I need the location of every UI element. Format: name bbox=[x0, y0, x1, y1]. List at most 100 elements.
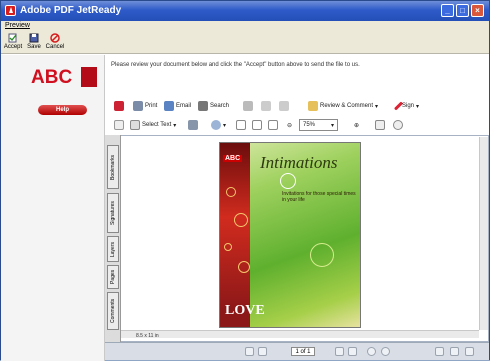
maximize-button[interactable]: □ bbox=[456, 4, 469, 17]
minimize-icon: _ bbox=[445, 6, 450, 15]
window-title: Adobe PDF JetReady bbox=[20, 5, 122, 16]
logo-badge-icon bbox=[81, 67, 97, 87]
chevron-down-icon: ▾ bbox=[223, 122, 227, 129]
zoom-out-icon: ⊖ bbox=[287, 122, 293, 129]
rotate-icon bbox=[375, 120, 385, 130]
tab-comments[interactable]: Comments bbox=[107, 292, 119, 330]
zoom-in-button[interactable]: ⊕ bbox=[354, 119, 359, 131]
chevron-down-icon: ▾ bbox=[416, 103, 420, 110]
minimize-button[interactable]: _ bbox=[441, 4, 454, 17]
status-bar: 1 of 1 bbox=[105, 342, 489, 360]
accept-icon bbox=[8, 33, 17, 43]
save-copy-button[interactable] bbox=[114, 100, 124, 112]
email-icon bbox=[164, 101, 174, 111]
cancel-icon bbox=[50, 33, 60, 43]
next-page-button[interactable] bbox=[335, 347, 344, 356]
attach-button[interactable] bbox=[279, 100, 289, 112]
redo-icon bbox=[261, 101, 271, 111]
sign-button[interactable]: Sign ▾ bbox=[393, 100, 420, 112]
chevron-down-icon: ▾ bbox=[173, 122, 177, 129]
decor-circle bbox=[224, 243, 232, 251]
continuous-view-button[interactable] bbox=[450, 347, 459, 356]
select-text-tool[interactable]: Select Text ▾ bbox=[130, 119, 176, 131]
search-button[interactable]: Search bbox=[198, 100, 229, 112]
acrobat-toolbar-secondary: Select Text ▾ ▾ ⊖ 75% ▾ ⊕ bbox=[111, 117, 489, 133]
instruction-text: Please review your document below and cl… bbox=[111, 62, 360, 68]
tab-layers[interactable]: Layers bbox=[107, 236, 119, 262]
cancel-label: Cancel bbox=[45, 44, 65, 50]
print-label: Print bbox=[145, 103, 158, 109]
save-copy-icon bbox=[114, 101, 124, 111]
zoom-icon bbox=[211, 120, 221, 130]
search-label: Search bbox=[210, 103, 230, 109]
back-view-button[interactable] bbox=[367, 347, 376, 356]
hand-tool[interactable] bbox=[114, 119, 124, 131]
search-icon bbox=[198, 101, 208, 111]
undo-button[interactable] bbox=[243, 100, 253, 112]
tab-pages[interactable]: Pages bbox=[107, 265, 119, 289]
menu-bar: Preview bbox=[1, 21, 489, 32]
sign-label: Sign bbox=[402, 103, 415, 109]
document-title: Intimations bbox=[260, 153, 338, 172]
horizontal-scrollbar[interactable] bbox=[121, 330, 479, 338]
app-window: Adobe PDF JetReady _ □ × Preview Accept … bbox=[0, 0, 490, 361]
title-bar[interactable]: Adobe PDF JetReady _ □ × bbox=[1, 1, 489, 21]
save-button[interactable]: Save bbox=[24, 33, 44, 53]
accept-label: Accept bbox=[3, 44, 23, 50]
close-icon: × bbox=[475, 6, 480, 15]
print-icon bbox=[133, 101, 143, 111]
adobe-icon bbox=[5, 5, 16, 16]
first-page-button[interactable] bbox=[245, 347, 254, 356]
review-label: Review & Comment bbox=[320, 103, 374, 109]
decor-circle bbox=[226, 187, 236, 197]
fit-width-icon bbox=[268, 120, 278, 130]
zoom-out-button[interactable]: ⊖ bbox=[287, 119, 292, 131]
zoom-in-icon: ⊕ bbox=[354, 122, 360, 129]
left-sidebar bbox=[1, 55, 105, 361]
forward-view-button[interactable] bbox=[381, 347, 390, 356]
cancel-button[interactable]: Cancel bbox=[45, 33, 65, 53]
menu-preview[interactable]: Preview bbox=[5, 22, 30, 29]
navigation-tabs: Bookmarks Signatures Layers Pages Commen… bbox=[105, 135, 121, 342]
last-page-button[interactable] bbox=[348, 347, 357, 356]
camera-icon bbox=[188, 120, 198, 130]
facing-view-button[interactable] bbox=[465, 347, 474, 356]
vertical-scrollbar[interactable] bbox=[479, 137, 488, 330]
document-corner-text: LOVE bbox=[225, 303, 265, 318]
decor-circle bbox=[310, 243, 334, 267]
rotate-button[interactable] bbox=[375, 119, 385, 131]
page-icon bbox=[236, 120, 246, 130]
print-button[interactable]: Print bbox=[133, 100, 157, 112]
cursor-icon bbox=[130, 120, 140, 130]
zoom-level-field[interactable]: 75% ▾ bbox=[299, 119, 339, 131]
zoom-level-value: 75% bbox=[303, 122, 316, 128]
document-subtitle: Invitations for those special times in y… bbox=[282, 191, 356, 203]
actual-size-button[interactable] bbox=[236, 119, 246, 131]
fit-page-icon bbox=[252, 120, 262, 130]
tab-bookmarks[interactable]: Bookmarks bbox=[107, 145, 119, 189]
zoom-tool[interactable]: ▾ bbox=[211, 119, 226, 131]
redo-button[interactable] bbox=[261, 100, 271, 112]
snapshot-tool[interactable] bbox=[188, 119, 198, 131]
chevron-down-icon: ▾ bbox=[375, 103, 379, 110]
fit-width-button[interactable] bbox=[268, 119, 278, 131]
acrobat-toolbar-primary: Print Email Search Review & Comment ▾ Sig… bbox=[111, 98, 489, 115]
page-indicator[interactable]: 1 of 1 bbox=[291, 347, 315, 356]
help-button[interactable]: Help bbox=[38, 105, 87, 115]
email-label: Email bbox=[176, 103, 192, 109]
decor-circle bbox=[234, 213, 248, 227]
close-button[interactable]: × bbox=[471, 4, 484, 17]
fit-page-button[interactable] bbox=[252, 119, 262, 131]
tab-signatures[interactable]: Signatures bbox=[107, 193, 119, 233]
previous-page-button[interactable] bbox=[258, 347, 267, 356]
save-label: Save bbox=[27, 44, 41, 50]
page-decor-strip bbox=[220, 143, 250, 327]
accept-button[interactable]: Accept bbox=[3, 33, 23, 53]
review-comment-button[interactable]: Review & Comment ▾ bbox=[308, 100, 378, 112]
single-page-view-button[interactable] bbox=[435, 347, 444, 356]
save-icon bbox=[29, 33, 39, 43]
select-text-label: Select Text bbox=[142, 122, 172, 128]
review-icon bbox=[308, 101, 318, 111]
refresh-button[interactable] bbox=[393, 119, 403, 131]
email-button[interactable]: Email bbox=[164, 100, 191, 112]
